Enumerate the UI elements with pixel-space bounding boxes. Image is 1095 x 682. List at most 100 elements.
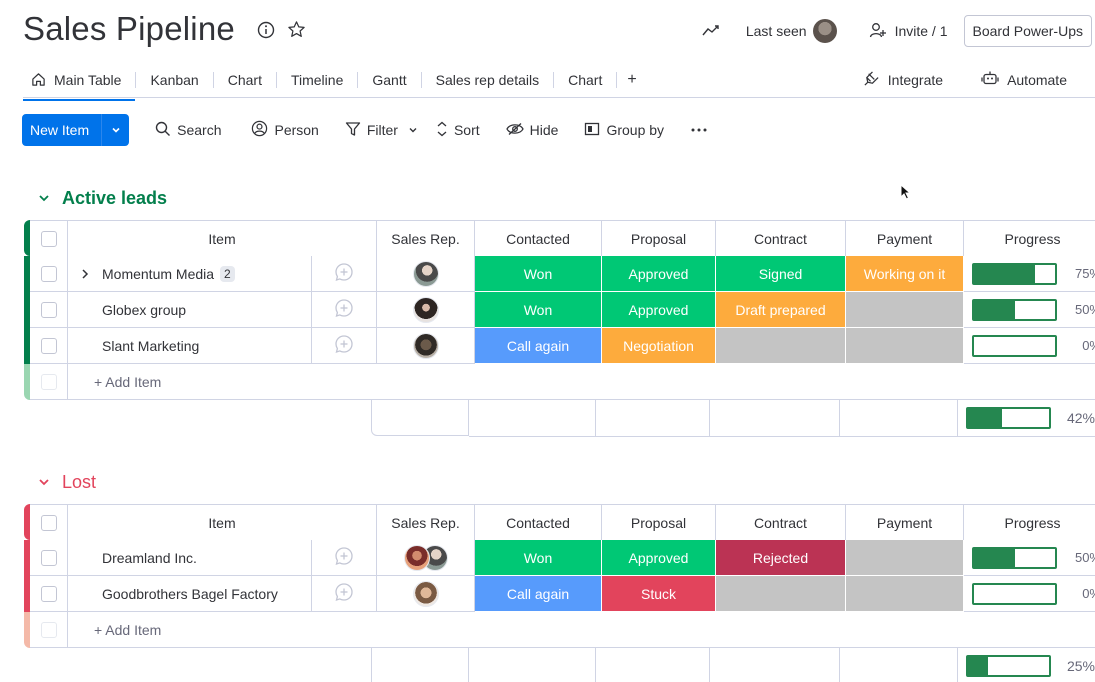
status-contract[interactable]: Draft prepared [716,292,846,328]
column-header-contacted[interactable]: Contacted [475,505,602,541]
automate-button[interactable]: Automate [981,64,1067,96]
column-header-proposal[interactable]: Proposal [602,221,716,257]
subitems-count-badge[interactable]: 2 [220,265,235,282]
sort-button[interactable]: Sort [436,121,480,140]
status-contacted[interactable]: Won [475,540,602,576]
add-update-cell[interactable] [312,292,377,328]
item-name-cell[interactable]: Globex group [68,292,312,328]
info-icon[interactable] [257,21,275,44]
status-payment[interactable]: Working on it [846,256,964,292]
chevron-down-icon[interactable] [101,114,129,146]
column-header-progress[interactable]: Progress [964,505,1095,541]
new-item-button[interactable]: New Item [22,114,130,146]
status-proposal[interactable]: Negotiation [602,328,716,364]
column-header-rep[interactable]: Sales Rep. [377,505,475,541]
tab-sales-rep-details[interactable]: Sales rep details [422,64,554,96]
column-header-contacted[interactable]: Contacted [475,221,602,257]
row-checkbox[interactable] [40,585,57,602]
row-checkbox[interactable] [40,265,57,282]
tab-chart-2[interactable]: Chart [554,64,616,96]
status-payment[interactable] [846,328,964,364]
add-update-cell[interactable] [312,328,377,364]
column-header-item[interactable]: Item [68,505,377,541]
board-header: Sales Pipeline Last seen Invite / 1 Boar… [0,0,1095,60]
activity-icon[interactable] [700,20,722,42]
status-contacted[interactable]: Call again [475,328,602,364]
chevron-down-icon[interactable] [38,188,50,209]
sales-rep-cell[interactable] [377,540,475,576]
tab-gantt[interactable]: Gantt [358,64,420,96]
sales-rep-cell[interactable] [377,292,475,328]
add-update-cell[interactable] [312,576,377,612]
status-contract[interactable]: Signed [716,256,846,292]
star-icon[interactable] [287,20,306,44]
status-proposal[interactable]: Stuck [602,576,716,612]
filter-button[interactable]: Filter [345,121,398,140]
row-checkbox[interactable] [40,337,57,354]
last-seen-button[interactable]: Last seen [746,15,837,47]
group-title-lost[interactable]: Lost [38,472,96,493]
chevron-right-icon[interactable] [80,267,90,283]
row-checkbox[interactable] [40,301,57,318]
status-proposal[interactable]: Approved [602,292,716,328]
add-user-icon [869,21,887,42]
column-header-progress[interactable]: Progress [964,221,1095,257]
status-contract[interactable] [716,576,846,612]
status-contacted[interactable]: Won [475,256,602,292]
item-name-cell[interactable]: Slant Marketing [68,328,312,364]
integrate-button[interactable]: Integrate [863,64,943,96]
add-update-cell[interactable] [312,540,377,576]
status-contract[interactable] [716,328,846,364]
progress-cell: 50% [964,292,1095,328]
status-payment[interactable] [846,576,964,612]
tab-timeline[interactable]: Timeline [277,64,357,96]
status-proposal[interactable]: Approved [602,256,716,292]
column-header-item[interactable]: Item [68,221,377,257]
sales-rep-cell[interactable] [377,576,475,612]
add-item-input[interactable]: + Add Item [68,612,1095,648]
person-icon [251,120,268,140]
status-payment[interactable] [846,292,964,328]
column-header-payment[interactable]: Payment [846,221,964,257]
chevron-down-icon[interactable] [38,472,50,493]
add-update-cell[interactable] [312,256,377,292]
add-view-button[interactable]: + [617,64,646,96]
tab-main-table[interactable]: Main Table [23,64,136,101]
filter-dropdown[interactable] [408,122,418,138]
status-contacted[interactable]: Won [475,292,602,328]
select-all-checkbox[interactable] [40,230,57,247]
person-filter-button[interactable]: Person [251,120,319,140]
column-header-contract[interactable]: Contract [716,221,846,257]
page-title[interactable]: Sales Pipeline [23,10,235,48]
tab-chart[interactable]: Chart [214,64,276,96]
group-title-active-leads[interactable]: Active leads [38,188,167,209]
group-by-button[interactable]: Group by [584,122,664,139]
column-header-proposal[interactable]: Proposal [602,505,716,541]
tab-kanban[interactable]: Kanban [136,64,212,96]
status-proposal[interactable]: Approved [602,540,716,576]
mouse-cursor-icon [900,183,912,205]
search-button[interactable]: Search [155,121,221,140]
progress-summary-cell: 42% [958,400,1095,437]
row-checkbox[interactable] [40,549,57,566]
item-name-cell[interactable]: Dreamland Inc. [68,540,312,576]
status-contract[interactable]: Rejected [716,540,846,576]
hide-button[interactable]: Hide [505,122,558,139]
sales-rep-cell[interactable] [377,256,475,292]
add-item-input[interactable]: + Add Item [68,364,1095,400]
column-header-contract[interactable]: Contract [716,505,846,541]
invite-button[interactable]: Invite / 1 [869,15,948,47]
board-power-ups-button[interactable]: Board Power-Ups [963,15,1092,47]
select-all-checkbox[interactable] [40,514,57,531]
add-item-row: + Add Item [30,612,1095,648]
column-header-payment[interactable]: Payment [846,505,964,541]
more-options-icon[interactable] [690,127,708,133]
status-contacted[interactable]: Call again [475,576,602,612]
progress-bar [972,334,1057,357]
progress-cell: 0% [964,328,1095,364]
sales-rep-cell[interactable] [377,328,475,364]
item-name-cell[interactable]: Goodbrothers Bagel Factory [68,576,312,612]
item-name-cell[interactable]: Momentum Media 2 [68,256,312,292]
column-header-rep[interactable]: Sales Rep. [377,221,475,257]
status-payment[interactable] [846,540,964,576]
